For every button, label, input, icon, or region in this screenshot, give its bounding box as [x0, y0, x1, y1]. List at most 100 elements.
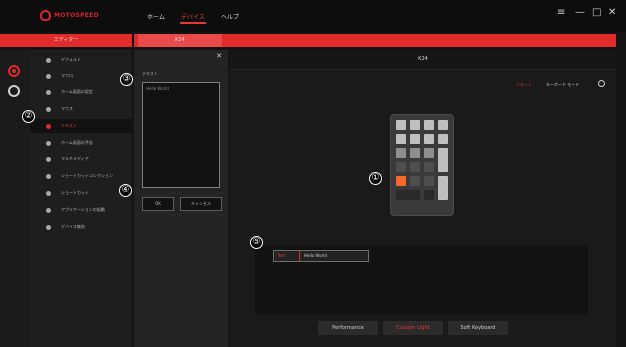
callout-5: ⑤ — [250, 236, 263, 249]
logo-text: MOTOSPEED — [54, 12, 99, 19]
device-tab-k24[interactable]: K24 — [138, 34, 222, 47]
home-icon — [46, 89, 51, 95]
text-assignment-field[interactable]: Text Hello World — [273, 250, 369, 262]
menu-item-shortcut-collection[interactable]: ショートカットコレクション — [30, 169, 132, 183]
callout-4: ④ — [119, 184, 132, 197]
disable-icon — [46, 224, 51, 230]
macro-icon — [46, 73, 51, 79]
menu-item-label: ショートカットコレクション — [61, 173, 113, 178]
text-input-area[interactable]: Hello World — [142, 82, 220, 188]
text-input-value: Hello World — [146, 86, 169, 91]
menu-item-label: ホーム画面の予告 — [61, 140, 93, 145]
section-bar: エディター K24 — [0, 34, 616, 47]
keyboard-mode-link[interactable]: キーボード モード — [546, 82, 579, 88]
menu-item-label: マウス — [61, 106, 73, 111]
nav-help[interactable]: ヘルプ — [221, 12, 239, 21]
menu-item-multimedia[interactable]: マルチメディア — [30, 152, 132, 166]
callout-1: ① — [369, 172, 382, 185]
shortcut-icon — [46, 190, 51, 196]
ok-button[interactable]: OK — [142, 197, 174, 211]
key[interactable] — [410, 134, 420, 144]
panel-close-icon[interactable]: ✕ — [216, 53, 222, 60]
device-settings-icon[interactable] — [8, 65, 20, 77]
menu-item-label: アプリケーションの起動 — [61, 207, 105, 212]
nav-device[interactable]: デバイス — [180, 12, 206, 24]
key[interactable] — [424, 134, 434, 144]
menu-item-label: マルチメディア — [61, 156, 89, 161]
key[interactable] — [396, 134, 406, 144]
preview-icon — [46, 140, 51, 146]
app-logo: MOTOSPEED — [40, 10, 99, 21]
key[interactable] — [424, 176, 434, 186]
callout-3: ③ — [120, 73, 133, 86]
field-value: Hello World — [304, 253, 327, 258]
key[interactable] — [396, 120, 406, 130]
key[interactable] — [396, 148, 406, 158]
key[interactable] — [424, 148, 434, 158]
tab-custom-light[interactable]: Custom Light — [383, 321, 443, 335]
menu-item-label: テキスト — [61, 123, 77, 128]
callout-2: ② — [22, 110, 35, 123]
logo-icon — [40, 10, 51, 21]
menu-item-label: ショートカット — [61, 190, 89, 195]
key[interactable] — [410, 148, 420, 158]
key[interactable] — [424, 162, 434, 172]
collection-icon — [46, 173, 51, 179]
device-title: K24 — [418, 56, 428, 62]
launch-icon — [46, 207, 51, 213]
key[interactable] — [438, 120, 448, 130]
maximize-icon[interactable]: □ — [592, 8, 601, 18]
left-icon-bar — [0, 50, 30, 347]
title-bar: MOTOSPEED ホーム デバイス ヘルプ ≡ — □ ✕ — [0, 0, 626, 32]
menu-item-text[interactable]: テキスト — [30, 119, 132, 133]
menu-item-default[interactable]: デフォルト — [30, 53, 132, 67]
menu-item-mouse[interactable]: マウス — [30, 102, 132, 116]
mode-tabs: Performance Custom Light Soft Keyboard — [318, 321, 508, 335]
menu-icon[interactable]: ≡ — [557, 8, 565, 18]
key-tall[interactable] — [438, 176, 448, 200]
multimedia-icon — [46, 156, 51, 162]
menu-item-home-preview[interactable]: ホーム画面の予告 — [30, 136, 132, 150]
text-panel: ✕ テキスト Hello World OK キャンセル — [134, 50, 228, 347]
key[interactable] — [438, 134, 448, 144]
key[interactable] — [424, 120, 434, 130]
key[interactable] — [410, 162, 420, 172]
section-divider — [132, 34, 134, 47]
text-icon — [46, 123, 51, 129]
key[interactable] — [410, 120, 420, 130]
mouse-icon — [46, 106, 51, 112]
reset-link[interactable]: リセット — [516, 82, 532, 88]
close-icon[interactable]: ✕ — [608, 8, 616, 18]
key-tall[interactable] — [438, 148, 448, 172]
key[interactable] — [410, 176, 420, 186]
gear-icon[interactable] — [598, 80, 605, 87]
menu-item-label: デバイス無効 — [61, 224, 85, 229]
key-assignment-area: Text Hello World — [255, 246, 588, 314]
cancel-button[interactable]: キャンセル — [180, 197, 222, 211]
field-label: Text — [274, 251, 300, 261]
device-header: K24 — [230, 50, 616, 70]
menu-item-home-settings[interactable]: ホーム画面の設定 — [30, 85, 132, 99]
function-menu: デフォルト マクロ ホーム画面の設定 マウス テキスト ホーム画面の予告 マルチ… — [30, 50, 132, 347]
menu-item-label: マクロ — [61, 73, 73, 78]
menu-item-label: デフォルト — [61, 57, 81, 62]
key-wide[interactable] — [396, 190, 420, 200]
key-selected[interactable] — [396, 176, 406, 186]
menu-item-disable[interactable]: デバイス無効 — [30, 220, 132, 234]
editor-section-label: エディター — [53, 37, 79, 43]
key[interactable] — [424, 190, 434, 200]
minimize-icon[interactable]: — — [575, 8, 585, 18]
tab-performance[interactable]: Performance — [318, 321, 378, 335]
tab-soft-keyboard[interactable]: Soft Keyboard — [448, 321, 508, 335]
menu-item-app-launch[interactable]: アプリケーションの起動 — [30, 203, 132, 217]
menu-item-macro[interactable]: マクロ — [30, 69, 132, 83]
key[interactable] — [396, 162, 406, 172]
menu-item-shortcut[interactable]: ショートカット — [30, 186, 132, 200]
text-field-label: テキスト — [142, 71, 158, 76]
lighting-icon[interactable] — [8, 85, 20, 97]
menu-item-label: ホーム画面の設定 — [61, 89, 93, 94]
default-icon — [46, 57, 51, 63]
main-area: K24 リセット キーボード モード Text Hello World Perf… — [230, 50, 616, 347]
keypad-image — [390, 114, 454, 216]
nav-home[interactable]: ホーム — [147, 12, 165, 21]
